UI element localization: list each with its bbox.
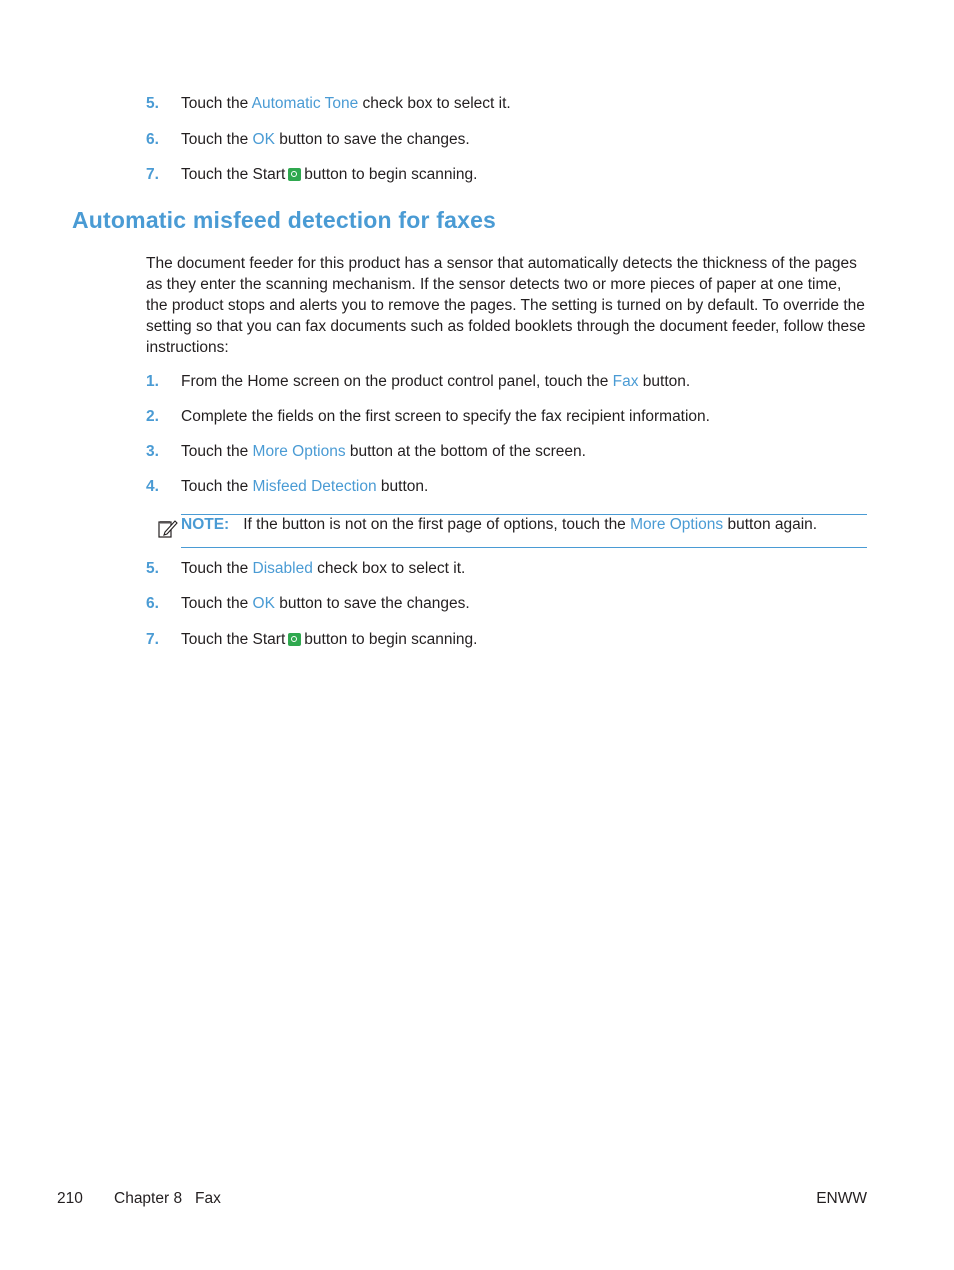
step-item: 5. Touch the Disabled check box to select…: [146, 558, 465, 580]
step-item: 4. Touch the Misfeed Detection button.: [146, 476, 428, 498]
step-text: button.: [376, 478, 429, 495]
step-text: From the Home screen on the product cont…: [181, 373, 613, 390]
step-item: 7. Touch the Start button to begin scannin…: [146, 629, 477, 651]
intro-paragraph: The document feeder for this product has…: [146, 255, 866, 356]
step-number: 4.: [146, 478, 159, 495]
step-text: Touch the: [181, 595, 253, 612]
locale-label: ENWW: [816, 1190, 867, 1207]
step-item: 3. Touch the More Options button at the b…: [146, 441, 586, 463]
step-text: button.: [638, 373, 691, 390]
step-text: button at the bottom of the screen.: [345, 443, 586, 460]
ui-term-link: Automatic Tone: [251, 95, 359, 112]
step-number: 2.: [146, 408, 159, 425]
step-item: 1. From the Home screen on the product co…: [146, 371, 690, 393]
step-text: button to save the changes.: [274, 595, 470, 612]
step-item: 6. Touch the OK button to save the change…: [146, 129, 470, 151]
step-text: button to begin scanning.: [304, 166, 478, 183]
step-text: button to begin scanning.: [304, 631, 478, 648]
ui-term-link: OK: [252, 595, 275, 612]
step-number: 6.: [146, 131, 159, 148]
ui-term-link: Fax: [612, 373, 639, 390]
note-pencil-icon: [158, 520, 178, 538]
step-item: 7. Touch the Start button to begin scannin…: [146, 164, 477, 186]
ui-term-link: More Options: [252, 443, 346, 460]
step-text: Touch the: [181, 478, 253, 495]
step-number: 7.: [146, 166, 159, 183]
step-text: Touch the Start: [181, 631, 286, 648]
step-text: Touch the: [181, 131, 253, 148]
chapter-label: Chapter 8 Fax: [114, 1190, 221, 1207]
step-text: Complete the fields on the first screen …: [181, 408, 710, 425]
note-box: NOTE: If the button is not on the first p…: [181, 514, 867, 548]
step-number: 6.: [146, 595, 159, 612]
ui-term-link: OK: [252, 131, 275, 148]
step-number: 7.: [146, 631, 159, 648]
step-text: button to save the changes.: [274, 131, 470, 148]
step-number: 3.: [146, 443, 159, 460]
section-heading: Automatic misfeed detection for faxes: [72, 207, 497, 233]
step-text: Touch the: [181, 560, 253, 577]
ui-term-link: More Options: [630, 516, 724, 533]
start-button-icon: [288, 168, 302, 181]
note-text: If the button is not on the first page o…: [243, 516, 631, 533]
step-item: 5. Touch the Automatic Tone check box to …: [146, 93, 511, 115]
step-number: 5.: [146, 560, 159, 577]
page-number: 210: [57, 1190, 83, 1207]
ui-term-link: Misfeed Detection: [252, 478, 377, 495]
step-text: check box to select it.: [312, 560, 466, 577]
step-text: Touch the Start: [181, 166, 286, 183]
step-text: check box to select it.: [358, 95, 511, 112]
ui-term-link: Disabled: [252, 560, 313, 577]
start-button-icon: [288, 633, 302, 646]
note-label: NOTE:: [181, 516, 230, 533]
step-item: 6. Touch the OK button to save the change…: [146, 593, 470, 615]
step-number: 1.: [146, 373, 159, 390]
step-number: 5.: [146, 95, 159, 112]
step-item: 2. Complete the fields on the first scree…: [146, 406, 710, 428]
note-text: button again.: [723, 516, 818, 533]
step-text: Touch the: [181, 443, 253, 460]
step-text: Touch the: [181, 95, 252, 112]
